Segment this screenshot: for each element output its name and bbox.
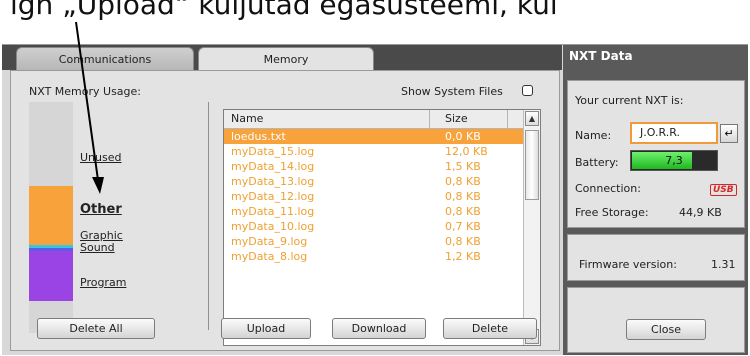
connection-label: Connection:: [575, 182, 641, 195]
close-button[interactable]: Close: [626, 319, 706, 340]
tab-memory[interactable]: Memory: [198, 47, 374, 70]
usage-label-sound: Sound: [80, 241, 115, 254]
tab-communications[interactable]: Communications: [16, 47, 194, 70]
file-size: 1,5 KB: [445, 160, 481, 173]
file-size: 0,7 KB: [445, 220, 481, 233]
free-storage-label: Free Storage:: [575, 206, 649, 219]
file-list[interactable]: Name Size loedus.txt 0,0 KB myData_15.log…: [223, 109, 541, 346]
panel-divider: [208, 102, 209, 330]
usage-label-other: Other: [80, 202, 122, 217]
column-size[interactable]: Size: [445, 110, 468, 128]
file-name: myData_9.log: [231, 235, 308, 248]
nxt-window: Communications Memory NXT Memory Usage: …: [2, 44, 748, 355]
file-row[interactable]: myData_9.log 0,8 KB: [224, 234, 523, 249]
file-size: 0,8 KB: [445, 190, 481, 203]
firmware-value: 1.31: [711, 258, 736, 271]
file-name: myData_12.log: [231, 190, 315, 203]
file-row[interactable]: myData_15.log 12,0 KB: [224, 144, 523, 159]
enter-icon[interactable]: ↵: [720, 124, 738, 143]
file-row[interactable]: myData_14.log 1,5 KB: [224, 159, 523, 174]
file-row[interactable]: myData_10.log 0,7 KB: [224, 219, 523, 234]
scroll-thumb[interactable]: [525, 130, 539, 200]
file-row[interactable]: myData_11.log 0,8 KB: [224, 204, 523, 219]
file-name: myData_11.log: [231, 205, 315, 218]
file-size: 0,8 KB: [445, 205, 481, 218]
battery-label: Battery:: [575, 156, 619, 169]
file-name: myData_15.log: [231, 145, 315, 158]
battery-value: 7,3: [665, 154, 683, 167]
download-button[interactable]: Download: [332, 318, 426, 339]
file-size: 1,2 KB: [445, 250, 481, 263]
file-row[interactable]: myData_12.log 0,8 KB: [224, 189, 523, 204]
nxt-data-title: NXT Data: [569, 49, 633, 63]
show-system-files-checkbox[interactable]: [522, 85, 533, 96]
column-separator: [429, 110, 430, 128]
usage-segment-other: [29, 186, 73, 245]
battery-gauge: 7,3: [630, 150, 718, 171]
nxt-data-panel: NXT Data Your current NXT is: Name: J.O.…: [563, 45, 748, 355]
usage-label-unused: Unused: [80, 151, 122, 164]
current-nxt-label: Your current NXT is:: [575, 94, 684, 107]
file-list-header: Name Size: [224, 110, 523, 129]
caption-text: ign „Upload“ kuljutad egasüsteemi, kui: [10, 0, 558, 21]
file-size: 0,0 KB: [445, 130, 481, 143]
memory-usage-bar: [29, 102, 73, 333]
usage-label-program: Program: [80, 276, 127, 289]
document-caption: ign „Upload“ kuljutad egasüsteemi, kui: [0, 0, 750, 40]
free-storage-value: 44,9 KB: [679, 206, 722, 219]
memory-usage-label: NXT Memory Usage:: [29, 85, 141, 98]
tab-strip: Communications Memory: [2, 45, 562, 70]
column-name[interactable]: Name: [231, 110, 263, 128]
delete-button[interactable]: Delete: [443, 318, 537, 339]
file-size: 0,8 KB: [445, 175, 481, 188]
file-name: myData_10.log: [231, 220, 315, 233]
file-name: myData_14.log: [231, 160, 315, 173]
file-row[interactable]: myData_8.log 1,2 KB: [224, 249, 523, 264]
nxt-name-input[interactable]: J.O.R.R.: [630, 122, 718, 144]
file-name: myData_13.log: [231, 175, 315, 188]
file-size: 0,8 KB: [445, 235, 481, 248]
delete-all-button[interactable]: Delete All: [37, 318, 155, 339]
file-row[interactable]: loedus.txt 0,0 KB: [224, 129, 523, 144]
scroll-up-icon[interactable]: ▲: [525, 111, 539, 126]
usage-segment-unused: [29, 102, 73, 186]
show-system-files-label: Show System Files: [401, 85, 503, 98]
name-label: Name:: [575, 129, 612, 142]
file-size: 12,0 KB: [445, 145, 488, 158]
file-row[interactable]: myData_13.log 0,8 KB: [224, 174, 523, 189]
firmware-label: Firmware version:: [579, 258, 677, 271]
upload-button[interactable]: Upload: [221, 318, 311, 339]
file-list-scrollbar[interactable]: ▲ ▼: [523, 110, 540, 345]
file-name: myData_8.log: [231, 250, 308, 263]
usage-segment-program: [29, 251, 73, 301]
usb-icon: USB: [710, 184, 737, 196]
file-name: loedus.txt: [231, 130, 286, 143]
column-separator: [507, 110, 508, 128]
